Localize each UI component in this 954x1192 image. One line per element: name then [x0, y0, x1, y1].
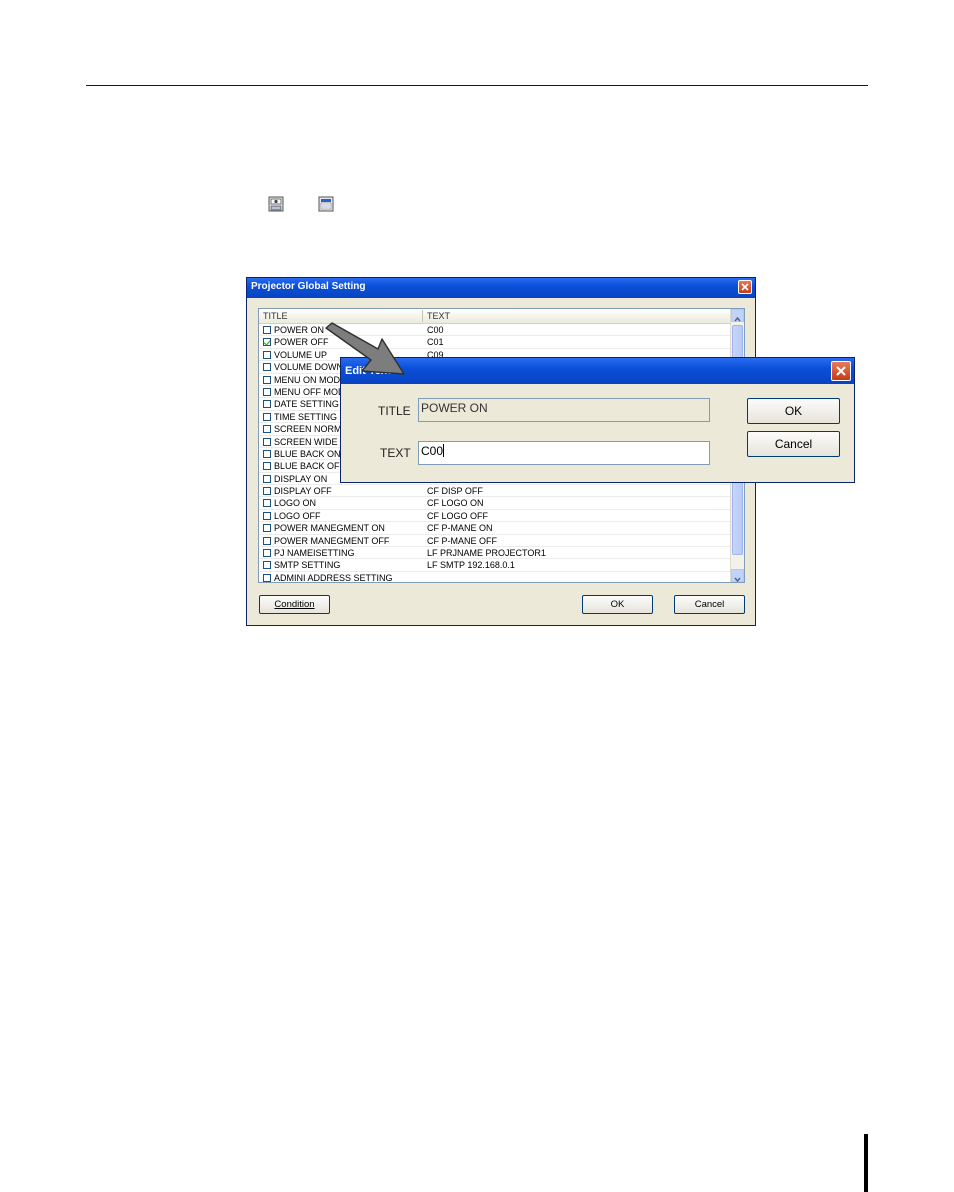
chevron-up-icon	[734, 316, 741, 322]
scroll-up-button[interactable]	[731, 309, 744, 322]
edit-dialog-titlebar[interactable]: Edit Text	[341, 358, 854, 384]
close-button[interactable]	[738, 280, 752, 294]
row-text: CF LOGO OFF	[427, 510, 489, 521]
ok-button-label: OK	[610, 599, 625, 610]
row-title: DISPLAY ON	[274, 473, 328, 484]
row-checkbox[interactable]	[263, 474, 271, 483]
edit-cancel-button[interactable]: Cancel	[747, 431, 840, 457]
row-text: CF DISP OFF	[427, 486, 483, 497]
top-rule	[86, 85, 868, 86]
row-text: LF SMTP 192.168.0.1	[427, 560, 515, 571]
row-checkbox[interactable]	[263, 400, 271, 409]
row-title: VOLUME UP	[274, 349, 328, 360]
row-title: DATE SETTING	[274, 399, 339, 410]
row-checkbox[interactable]	[263, 549, 271, 558]
list-item[interactable]: DISPLAY OFF CF DISP OFF	[259, 485, 731, 498]
cancel-button-label: Cancel	[694, 599, 725, 610]
row-checkbox[interactable]	[263, 326, 271, 334]
row-checkbox[interactable]	[263, 350, 271, 359]
row-title: TIME SETTING	[274, 411, 337, 422]
column-header-title[interactable]: TITLE	[263, 311, 288, 321]
cancel-button[interactable]: Cancel	[674, 595, 745, 614]
edit-cancel-button-label: Cancel	[774, 437, 813, 451]
text-input[interactable]: C00	[418, 441, 710, 465]
row-checkbox[interactable]	[263, 412, 271, 421]
list-item[interactable]: ADMINI ADDRESS SETTING	[259, 572, 731, 583]
row-text: LF PRJNAME PROJECTOR1	[427, 548, 546, 559]
row-checkbox[interactable]	[263, 561, 271, 570]
row-checkbox[interactable]	[263, 499, 271, 508]
column-header-text[interactable]: TEXT	[427, 311, 450, 321]
row-text: CF P-MANE ON	[427, 523, 493, 534]
row-checkbox[interactable]	[263, 573, 271, 582]
column-divider[interactable]	[422, 310, 423, 322]
window-settings-icon[interactable]	[318, 196, 335, 213]
window-title: Projector Global Setting	[251, 281, 366, 292]
condition-button[interactable]: Condition	[259, 595, 330, 614]
projector-settings-icon[interactable]	[268, 196, 285, 213]
row-title: BLUE BACK ON	[274, 448, 341, 459]
text-input-value: C00	[421, 444, 444, 458]
row-checkbox[interactable]	[263, 363, 271, 372]
page-edge-bar	[864, 1134, 868, 1192]
row-text: CF P-MANE OFF	[427, 535, 497, 546]
row-checkbox[interactable]	[263, 536, 271, 545]
row-text: C00	[427, 325, 444, 335]
row-checkbox[interactable]	[263, 487, 271, 496]
row-title: ADMINI ADDRESS SETTING	[274, 572, 393, 583]
row-checkbox[interactable]	[263, 387, 271, 396]
row-title: POWER MANEGMENT OFF	[274, 535, 390, 546]
list-item[interactable]: PJ NAMEISETTING LF PRJNAME PROJECTOR1	[259, 547, 731, 560]
edit-close-button[interactable]	[831, 361, 851, 381]
list-item[interactable]: POWER MANEGMENT OFF CF P-MANE OFF	[259, 535, 731, 548]
close-icon	[741, 283, 749, 291]
title-field-label: TITLE	[378, 404, 411, 418]
row-title: SMTP SETTING	[274, 560, 341, 571]
row-checkbox[interactable]	[263, 338, 271, 347]
row-title: POWER ON	[274, 325, 325, 335]
row-checkbox[interactable]	[263, 524, 271, 533]
row-checkbox[interactable]	[263, 437, 271, 446]
scroll-down-button[interactable]	[731, 569, 744, 582]
text-field-label: TEXT	[380, 446, 411, 460]
list-item[interactable]: LOGO ON CF LOGO ON	[259, 497, 731, 510]
pointer-arrow-icon	[325, 322, 405, 375]
row-checkbox[interactable]	[263, 425, 271, 434]
row-title: POWER MANEGMENT ON	[274, 523, 385, 534]
row-title: LOGO OFF	[274, 510, 321, 521]
edit-text-dialog: Edit Text TITLE POWER ON TEXT C00 OK Can…	[340, 357, 855, 483]
edit-ok-button-label: OK	[784, 404, 803, 418]
chevron-down-icon	[734, 577, 741, 582]
row-title: SCREEN WIDE	[274, 436, 338, 447]
title-field: POWER ON	[418, 398, 710, 422]
list-item[interactable]: SMTP SETTING LF SMTP 192.168.0.1	[259, 559, 731, 572]
row-title: DISPLAY OFF	[274, 486, 332, 497]
row-title: POWER OFF	[274, 337, 329, 348]
list-item[interactable]: LOGO OFF CF LOGO OFF	[259, 510, 731, 523]
edit-ok-button[interactable]: OK	[747, 398, 840, 424]
condition-button-label: Condition	[274, 599, 315, 610]
list-item[interactable]: POWER MANEGMENT ON CF P-MANE ON	[259, 522, 731, 535]
close-icon	[836, 366, 846, 376]
row-text: CF LOGO ON	[427, 498, 484, 509]
row-title: PJ NAMEISETTING	[274, 548, 355, 559]
ok-button[interactable]: OK	[582, 595, 653, 614]
row-checkbox[interactable]	[263, 449, 271, 458]
row-text: C01	[427, 337, 444, 348]
row-title: BLUE BACK OFF	[274, 461, 346, 472]
window-titlebar[interactable]: Projector Global Setting	[247, 278, 755, 298]
row-checkbox[interactable]	[263, 511, 271, 520]
text-cursor	[443, 444, 445, 457]
row-checkbox[interactable]	[263, 462, 271, 471]
row-checkbox[interactable]	[263, 375, 271, 384]
row-title: LOGO ON	[274, 498, 317, 509]
